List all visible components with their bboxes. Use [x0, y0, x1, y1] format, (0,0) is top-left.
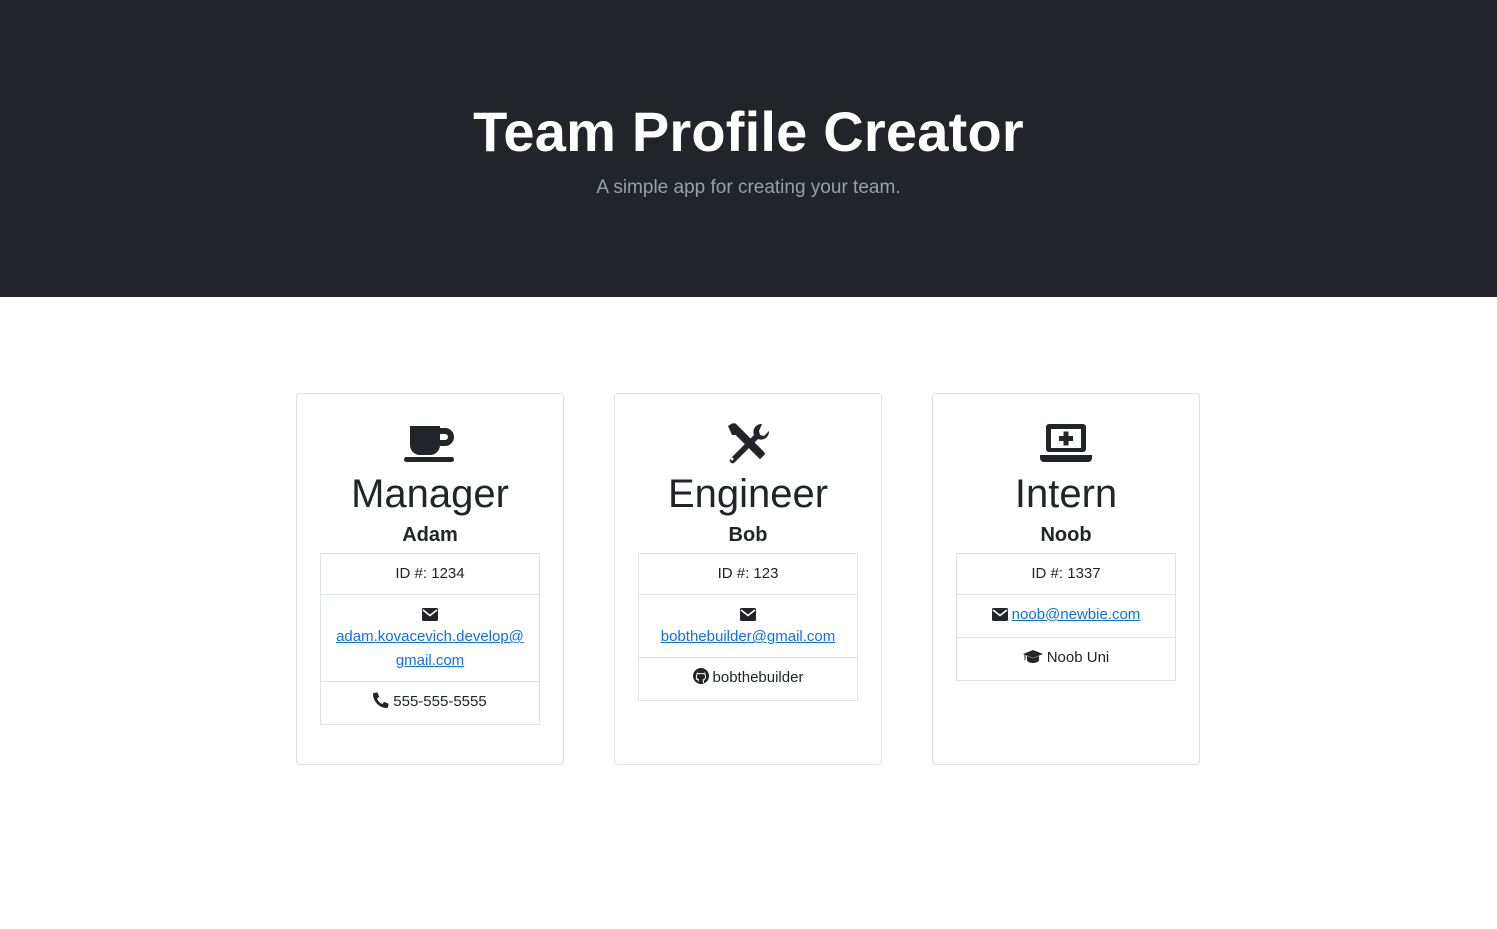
- member-name: Bob: [728, 524, 768, 546]
- envelope-icon: [651, 605, 845, 625]
- email-link[interactable]: noob@newbie.com: [1012, 606, 1141, 623]
- member-name: Adam: [402, 524, 458, 546]
- coffee-icon: [403, 421, 457, 465]
- id-item: ID #: 1337: [1031, 565, 1101, 582]
- github-item: bobthebuilder: [639, 657, 857, 700]
- role-title: Intern: [1014, 472, 1118, 516]
- role-title: Manager: [351, 472, 509, 516]
- envelope-icon: [991, 605, 1008, 629]
- info-list: ID #: 1337 noob@newbie.com Noob Uni: [956, 553, 1176, 681]
- role-title: Engineer: [667, 472, 829, 516]
- phone-icon: [373, 692, 389, 716]
- info-list: ID #: 1234 adam.kovacevich.develop@gmail…: [320, 553, 540, 725]
- github-icon: [692, 668, 709, 692]
- email-item: noob@newbie.com: [957, 594, 1175, 637]
- intern-card: Intern Noob ID #: 1337 noob@newbie.com N…: [932, 393, 1200, 765]
- page-title: Team Profile Creator: [473, 100, 1024, 163]
- tools-icon: [721, 421, 775, 465]
- page-header: Team Profile Creator A simple app for cr…: [0, 0, 1497, 297]
- graduation-cap-icon: [1022, 648, 1043, 672]
- phone-text: 555-555-5555: [393, 693, 487, 710]
- laptop-medical-icon: [1039, 421, 1093, 465]
- id-item: ID #: 1234: [395, 565, 465, 582]
- github-username: bobthebuilder: [712, 669, 804, 686]
- phone-item: 555-555-5555: [321, 681, 539, 724]
- manager-card: Manager Adam ID #: 1234 adam.kovacevich.…: [296, 393, 564, 765]
- email-link[interactable]: adam.kovacevich.develop@gmail.com: [336, 628, 524, 669]
- engineer-card: Engineer Bob ID #: 123 bobthebuilder@gma…: [614, 393, 882, 765]
- school-item: Noob Uni: [957, 637, 1175, 680]
- member-name: Noob: [1040, 524, 1092, 546]
- team-cards: Manager Adam ID #: 1234 adam.kovacevich.…: [0, 297, 1497, 929]
- envelope-icon: [333, 605, 527, 625]
- school-text: Noob Uni: [1046, 649, 1110, 666]
- email-item: adam.kovacevich.develop@gmail.com: [321, 594, 539, 681]
- info-list: ID #: 123 bobthebuilder@gmail.com bobthe…: [638, 553, 858, 701]
- email-item: bobthebuilder@gmail.com: [639, 594, 857, 657]
- id-item: ID #: 123: [717, 565, 779, 582]
- page-subtitle: A simple app for creating your team.: [596, 177, 901, 198]
- email-link[interactable]: bobthebuilder@gmail.com: [661, 628, 836, 645]
